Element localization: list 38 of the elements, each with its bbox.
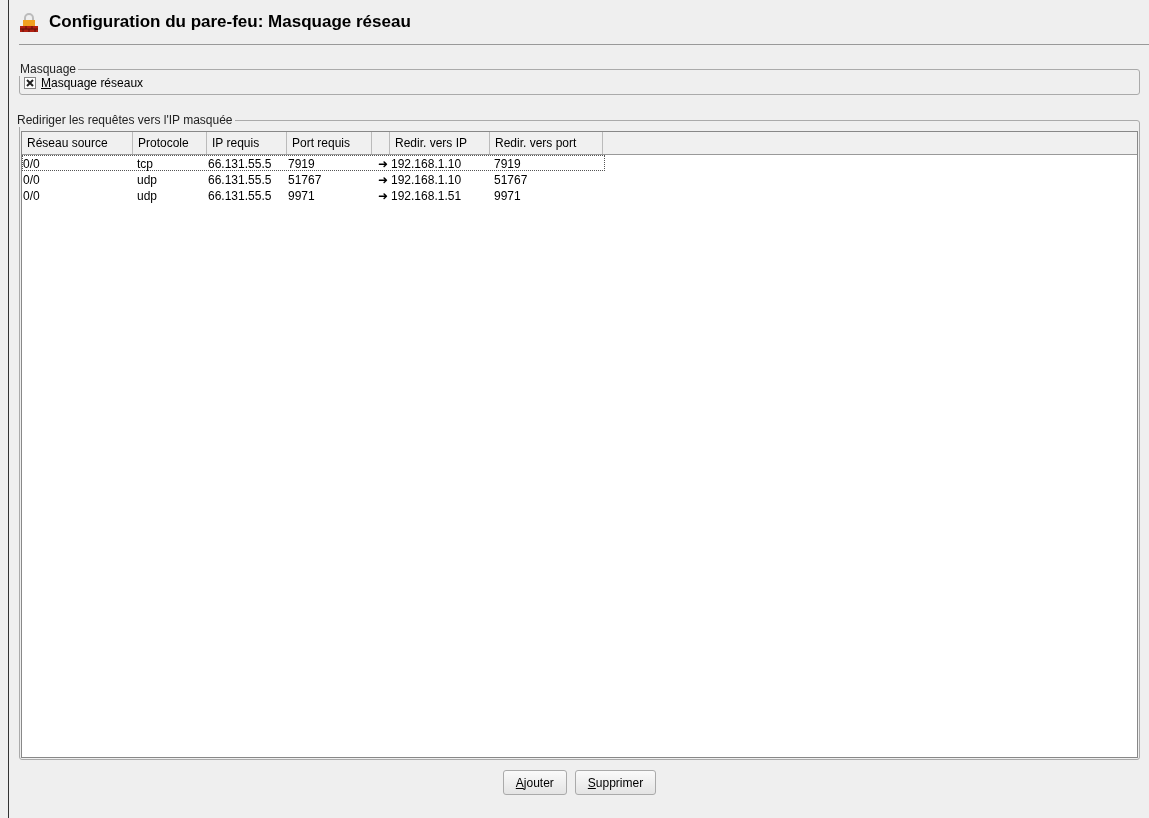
table-cell-text: 66.131.55.5 bbox=[208, 188, 273, 202]
table-cell-text: 51767 bbox=[493, 172, 529, 186]
table-cell-text: 66.131.55.5 bbox=[208, 172, 273, 186]
arrow-icon: ➜ bbox=[373, 172, 391, 186]
table-cell-text: tcp bbox=[136, 156, 154, 170]
table-cell-text: 192.168.1.10 bbox=[391, 156, 463, 170]
table-cell-text: 9971 bbox=[288, 188, 316, 202]
table-row[interactable]: 0/0 udp 66.131.55.5 9971 ➜ 192.168.1.51 9971 bbox=[22, 187, 605, 203]
table-cell-text: 51767 bbox=[288, 172, 323, 186]
window-title: Configuration du pare-feu: Masquage réseau bbox=[49, 12, 411, 32]
table-cell-text: 7919 bbox=[493, 156, 522, 170]
table-cell-text: 9971 bbox=[493, 188, 522, 202]
table-cell-text: 0/0 bbox=[23, 188, 41, 202]
group-title: Rediriger les requêtes vers l'IP masquée bbox=[16, 113, 234, 127]
firewall-lock-icon bbox=[19, 12, 39, 32]
arrow-icon: ➜ bbox=[373, 156, 391, 170]
table-cell-text: 0/0 bbox=[23, 156, 41, 170]
checkbox[interactable] bbox=[24, 77, 36, 89]
arrow-icon: ➜ bbox=[373, 188, 391, 202]
table-row[interactable]: 0/0 udp 66.131.55.5 51767 ➜ 192.168.1.10 51767 bbox=[22, 171, 605, 187]
table-cell-text: 7919 bbox=[288, 156, 316, 170]
table-row[interactable]: 0/0 tcp 66.131.55.5 7919 ➜ 192.168.1.10 7919 bbox=[22, 155, 605, 171]
table-cell-text: udp bbox=[136, 188, 159, 202]
column-header[interactable]: IP requis bbox=[207, 132, 287, 154]
column-header[interactable]: Protocole bbox=[133, 132, 207, 154]
column-header[interactable]: Redir. vers IP bbox=[390, 132, 490, 154]
table-cell-text: 192.168.1.10 bbox=[391, 172, 463, 186]
checkbox-label[interactable]: Masquage réseaux bbox=[41, 76, 144, 90]
action-button[interactable]: Ajouter bbox=[502, 770, 567, 795]
table-cell-text: 0/0 bbox=[23, 172, 41, 186]
table-cell-text: 66.131.55.5 bbox=[208, 156, 273, 170]
group-title: Masquage bbox=[19, 62, 78, 76]
column-header[interactable]: Port requis bbox=[287, 132, 372, 154]
column-header[interactable]: Redir. vers port bbox=[490, 132, 603, 154]
table-cell-text: udp bbox=[136, 172, 159, 186]
action-button[interactable]: Supprimer bbox=[574, 770, 657, 795]
table-cell-text: 192.168.1.51 bbox=[391, 188, 463, 202]
column-header[interactable]: Réseau source bbox=[22, 132, 133, 154]
